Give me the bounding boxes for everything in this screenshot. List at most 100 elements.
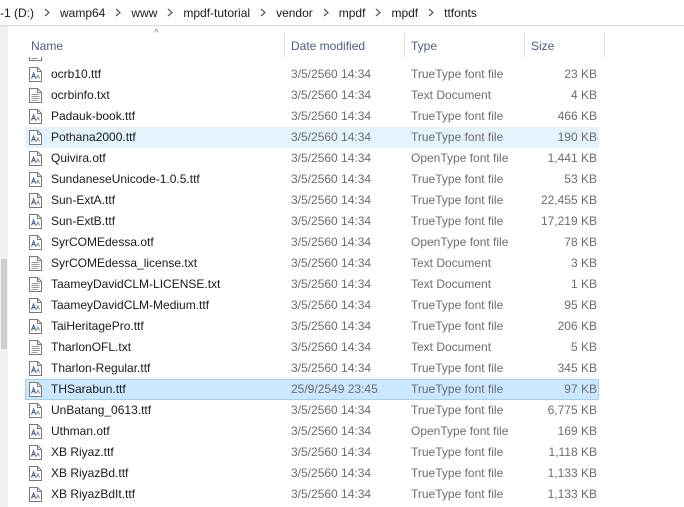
file-name: ocrb10.ttf: [51, 67, 102, 81]
file-name: ocrbinfo.txt: [51, 88, 110, 102]
file-row[interactable]: TaiHeritagePro.ttf 3/5/2560 14:34 TrueType…: [8, 316, 684, 337]
breadcrumb-item[interactable]: ttfonts: [440, 0, 481, 25]
font-file-icon: [29, 361, 42, 376]
file-date-modified: 3/5/2560 14:34: [291, 277, 372, 291]
file-row[interactable]: XB RiyazBd.ttf 3/5/2560 14:34 TrueType fon…: [8, 463, 684, 484]
text-document-icon: [29, 340, 42, 355]
file-date-modified: 3/5/2560 14:34: [291, 214, 372, 228]
file-date-modified: 3/5/2560 14:34: [291, 193, 372, 207]
file-size: 1,133 KB: [547, 487, 597, 501]
file-row[interactable]: Sun-ExtA.ttf 3/5/2560 14:34 TrueType font …: [8, 190, 684, 211]
file-size: 97 KB: [564, 382, 597, 396]
chevron-right-icon[interactable]: [254, 8, 272, 17]
file-row[interactable]: ocrbinfo.txt 3/5/2560 14:34 Text Document 4…: [8, 85, 684, 106]
file-row[interactable]: SyrCOMEdessa.otf 3/5/2560 14:34 OpenType f…: [8, 232, 684, 253]
breadcrumb-item[interactable]: vendor: [272, 0, 317, 25]
text-document-icon: [29, 88, 42, 103]
file-type: TrueType font file: [411, 130, 504, 144]
file-row[interactable]: THSarabun.ttf 25/9/2549 23:45 TrueType fon…: [8, 379, 684, 400]
file-row[interactable]: ocrb10.ttf 3/5/2560 14:34 TrueType font fi…: [8, 64, 684, 85]
file-name: LohitKannadaOFL.txt: [51, 57, 283, 64]
file-row[interactable]: Sun-ExtB.ttf 3/5/2560 14:34 TrueType font …: [8, 211, 684, 232]
font-file-icon: [29, 214, 42, 229]
chevron-right-icon[interactable]: [38, 8, 56, 17]
file-size: 1,133 KB: [547, 466, 597, 480]
file-type: Text Document: [411, 57, 529, 64]
breadcrumb-item[interactable]: mpdf: [335, 0, 370, 25]
column-divider[interactable]: [284, 32, 285, 58]
text-document-icon: [29, 256, 42, 271]
file-type: TrueType font file: [411, 487, 504, 501]
file-row[interactable]: TharlonOFL.txt 3/5/2560 14:34 Text Documen…: [8, 337, 684, 358]
file-row[interactable]: TaameyDavidCLM-Medium.ttf 3/5/2560 14:34 T…: [8, 295, 684, 316]
file-size: 4 KB: [570, 88, 597, 102]
file-size: 53 KB: [564, 172, 597, 186]
file-name: Tharlon-Regular.ttf: [51, 361, 151, 375]
file-name: Pothana2000.ttf: [51, 130, 136, 144]
file-name: XB Riyaz.ttf: [51, 445, 114, 459]
font-file-icon: [29, 403, 42, 418]
file-date-modified: 3/5/2560 14:34: [291, 298, 372, 312]
file-size: 17,219 KB: [540, 214, 597, 228]
file-row[interactable]: XB Riyaz.ttf 3/5/2560 14:34 TrueType font …: [8, 442, 684, 463]
chevron-right-icon[interactable]: [161, 8, 179, 17]
file-type: TrueType font file: [411, 403, 504, 417]
file-row[interactable]: SyrCOMEdessa_license.txt 3/5/2560 14:34 Te…: [8, 253, 684, 274]
scrollbar-thumb[interactable]: [1, 259, 7, 349]
chevron-right-icon[interactable]: [422, 8, 440, 17]
file-list: LohitKannadaOFL.txt3/5/2560 14:34Text Do…: [8, 57, 684, 505]
font-file-icon: [29, 298, 42, 313]
chevron-right-icon[interactable]: [369, 8, 387, 17]
file-row[interactable]: Pothana2000.ttf 3/5/2560 14:34 TrueType fo…: [8, 127, 684, 148]
file-date-modified: 3/5/2560 14:34: [291, 151, 372, 165]
file-row[interactable]: Tharlon-Regular.ttf 3/5/2560 14:34 TrueTyp…: [8, 358, 684, 379]
file-date-modified: 3/5/2560 14:34: [291, 172, 372, 186]
column-divider[interactable]: [404, 32, 405, 58]
breadcrumb-item[interactable]: www: [127, 0, 161, 25]
file-type: TrueType font file: [411, 361, 504, 375]
file-size: 169 KB: [557, 424, 597, 438]
column-header-name-label: Name: [31, 39, 64, 53]
file-size: 206 KB: [557, 319, 597, 333]
file-type: TrueType font file: [411, 67, 504, 81]
breadcrumb-item[interactable]: -1 (D:): [0, 0, 38, 25]
file-type: TrueType font file: [411, 319, 504, 333]
file-name: TaiHeritagePro.ttf: [51, 319, 144, 333]
file-row[interactable]: Quivira.otf 3/5/2560 14:34 OpenType font f…: [8, 148, 684, 169]
file-row[interactable]: UnBatang_0613.ttf 3/5/2560 14:34 TrueType …: [8, 400, 684, 421]
breadcrumb-item[interactable]: mpdf: [387, 0, 422, 25]
chevron-right-icon[interactable]: [109, 8, 127, 17]
file-type: TrueType font file: [411, 382, 504, 396]
chevron-right-icon[interactable]: [317, 8, 335, 17]
file-row[interactable]: XB RiyazBdIt.ttf 3/5/2560 14:34 TrueType f…: [8, 484, 684, 505]
file-row[interactable]: Padauk-book.ttf 3/5/2560 14:34 TrueType fo…: [8, 106, 684, 127]
file-date-modified: 3/5/2560 14:34: [291, 57, 409, 64]
file-size: 345 KB: [557, 361, 597, 375]
file-row[interactable]: TaameyDavidCLM-LICENSE.txt 3/5/2560 14:34…: [8, 274, 684, 295]
file-type: TrueType font file: [411, 466, 504, 480]
font-file-icon: [29, 382, 42, 397]
font-file-icon: [29, 487, 42, 502]
file-explorer-window: -1 (D:) wamp64 www mpdf-tutorial vendor mpdf m…: [0, 0, 684, 507]
navigation-pane-scrollbar[interactable]: [0, 26, 8, 507]
address-bar[interactable]: -1 (D:) wamp64 www mpdf-tutorial vendor mpdf m…: [0, 0, 684, 26]
file-row[interactable]: LohitKannadaOFL.txt 3/5/2560 14:34Text Do…: [8, 57, 684, 64]
file-type: Text Document: [411, 88, 492, 102]
column-divider[interactable]: [604, 32, 605, 58]
column-divider[interactable]: [524, 32, 525, 58]
breadcrumb-item[interactable]: wamp64: [56, 0, 109, 25]
font-file-icon: [29, 67, 42, 82]
file-size: 5 KB: [518, 57, 597, 64]
font-file-icon: [29, 319, 42, 334]
text-document-icon: [29, 277, 42, 292]
file-row[interactable]: SundaneseUnicode-1.0.5.ttf 3/5/2560 14:34…: [8, 169, 684, 190]
file-date-modified: 3/5/2560 14:34: [291, 88, 372, 102]
file-date-modified: 3/5/2560 14:34: [291, 361, 372, 375]
file-name: XB RiyazBd.ttf: [51, 466, 129, 480]
file-row[interactable]: Uthman.otf 3/5/2560 14:34 OpenType font fi…: [8, 421, 684, 442]
file-date-modified: 3/5/2560 14:34: [291, 487, 372, 501]
breadcrumb-item[interactable]: mpdf-tutorial: [179, 0, 254, 25]
file-type: Text Document: [411, 340, 492, 354]
font-file-icon: [29, 424, 42, 439]
file-type: TrueType font file: [411, 214, 504, 228]
